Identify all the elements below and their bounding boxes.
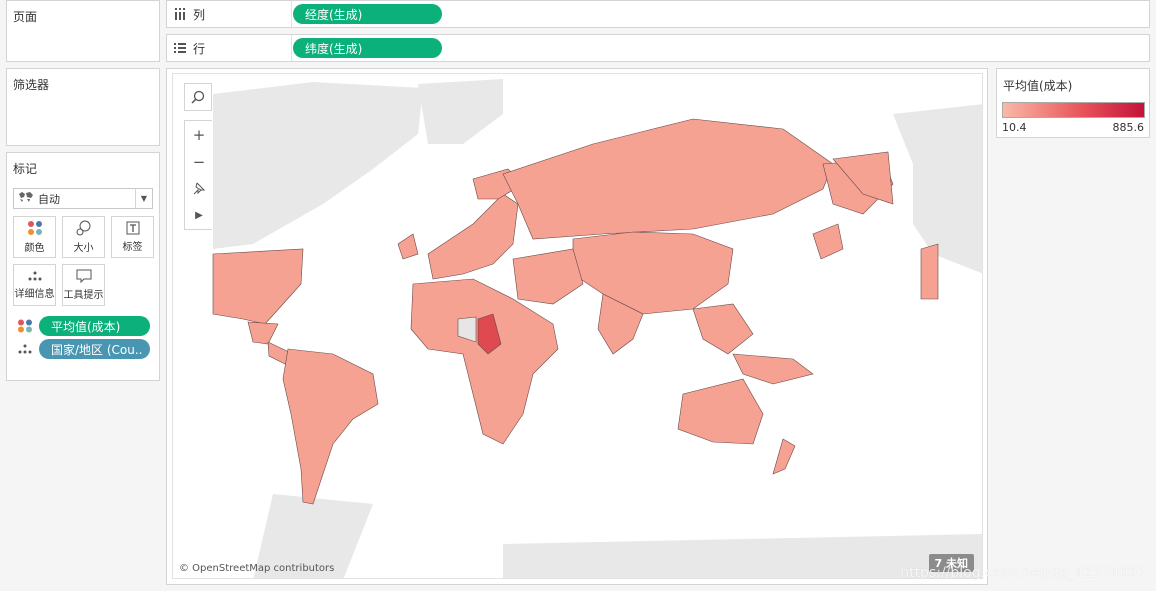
world-map: [212, 79, 982, 578]
map-toolbar: + − ▶: [184, 83, 213, 230]
size-button-label: 大小: [73, 243, 94, 254]
size-button[interactable]: 大小: [62, 216, 105, 258]
watermark: https://blog.csdn.net/qq_42374697: [900, 565, 1146, 581]
legend-min: 10.4: [1002, 121, 1027, 134]
legend-title: 平均值(成本): [1003, 79, 1073, 93]
columns-icon: [175, 8, 185, 20]
zoom-out-button[interactable]: −: [185, 148, 213, 175]
map-mark-icon: [18, 191, 34, 206]
detail-dots-icon: [28, 271, 41, 281]
marks-card: 标记 自动 ▼ 颜色 大小 标签 详细信息 工具提示 平均值(成本) 国家/地区…: [6, 152, 160, 381]
map-view: + − ▶ © OpenStreetMap contributors 7 未知: [166, 68, 988, 585]
mark-type-dropdown[interactable]: 自动 ▼: [13, 188, 153, 209]
color-dots-icon: [18, 319, 32, 333]
color-legend[interactable]: 平均值(成本) 10.4 885.6: [996, 68, 1150, 138]
rows-icon: [174, 43, 186, 53]
columns-shelf[interactable]: 列 经度(生成): [166, 0, 1150, 28]
map-attribution[interactable]: © OpenStreetMap contributors: [179, 563, 334, 574]
label-button-label: 标签: [122, 242, 143, 253]
tooltip-speech-icon: [76, 269, 91, 283]
color-dots-icon: [27, 221, 42, 235]
plus-icon: +: [192, 125, 206, 144]
legend-max: 885.6: [1112, 121, 1145, 134]
color-field-row[interactable]: 平均值(成本): [17, 315, 151, 336]
rows-shelf[interactable]: 行 纬度(生成): [166, 34, 1150, 62]
label-button[interactable]: 标签: [111, 216, 154, 258]
detail-button[interactable]: 详细信息: [13, 264, 56, 306]
detail-field-row[interactable]: 国家/地区 (Cou..: [17, 338, 151, 359]
columns-shelf-text: 列: [193, 7, 206, 22]
longitude-pill[interactable]: 经度(生成): [293, 4, 442, 24]
rows-shelf-label: 行: [167, 35, 292, 61]
map-search-button[interactable]: [184, 83, 212, 111]
color-field-pill[interactable]: 平均值(成本): [39, 316, 150, 336]
marks-card-title: 标记: [13, 162, 38, 176]
detail-field-pill[interactable]: 国家/地区 (Cou..: [39, 339, 150, 359]
zoom-in-button[interactable]: +: [185, 121, 213, 148]
filters-card[interactable]: 筛选器: [6, 68, 160, 146]
chevron-down-icon[interactable]: ▼: [135, 189, 152, 208]
rows-shelf-text: 行: [193, 41, 206, 56]
minus-icon: −: [192, 152, 206, 171]
pin-icon: [193, 182, 206, 194]
columns-shelf-label: 列: [167, 1, 292, 27]
color-button-label: 颜色: [24, 243, 45, 254]
search-icon: [191, 90, 205, 104]
pages-card[interactable]: 页面: [6, 0, 160, 62]
color-button[interactable]: 颜色: [13, 216, 56, 258]
detail-button-label: 详细信息: [14, 289, 55, 300]
pin-button[interactable]: [185, 175, 213, 202]
latitude-pill[interactable]: 纬度(生成): [293, 38, 442, 58]
tooltip-button[interactable]: 工具提示: [62, 264, 105, 306]
tooltip-button-label: 工具提示: [63, 290, 104, 301]
legend-gradient: [1002, 102, 1145, 118]
play-icon: ▶: [195, 210, 203, 221]
map-canvas[interactable]: + − ▶ © OpenStreetMap contributors 7 未知: [172, 73, 983, 579]
size-circles-icon: [76, 220, 90, 236]
play-button[interactable]: ▶: [185, 202, 213, 229]
map-zoom-group: + − ▶: [184, 120, 213, 230]
mark-type-label: 自动: [38, 192, 60, 206]
detail-dots-icon: [18, 344, 32, 354]
pages-card-title: 页面: [13, 10, 38, 24]
filters-card-title: 筛选器: [13, 78, 50, 92]
label-T-icon: [126, 221, 139, 235]
